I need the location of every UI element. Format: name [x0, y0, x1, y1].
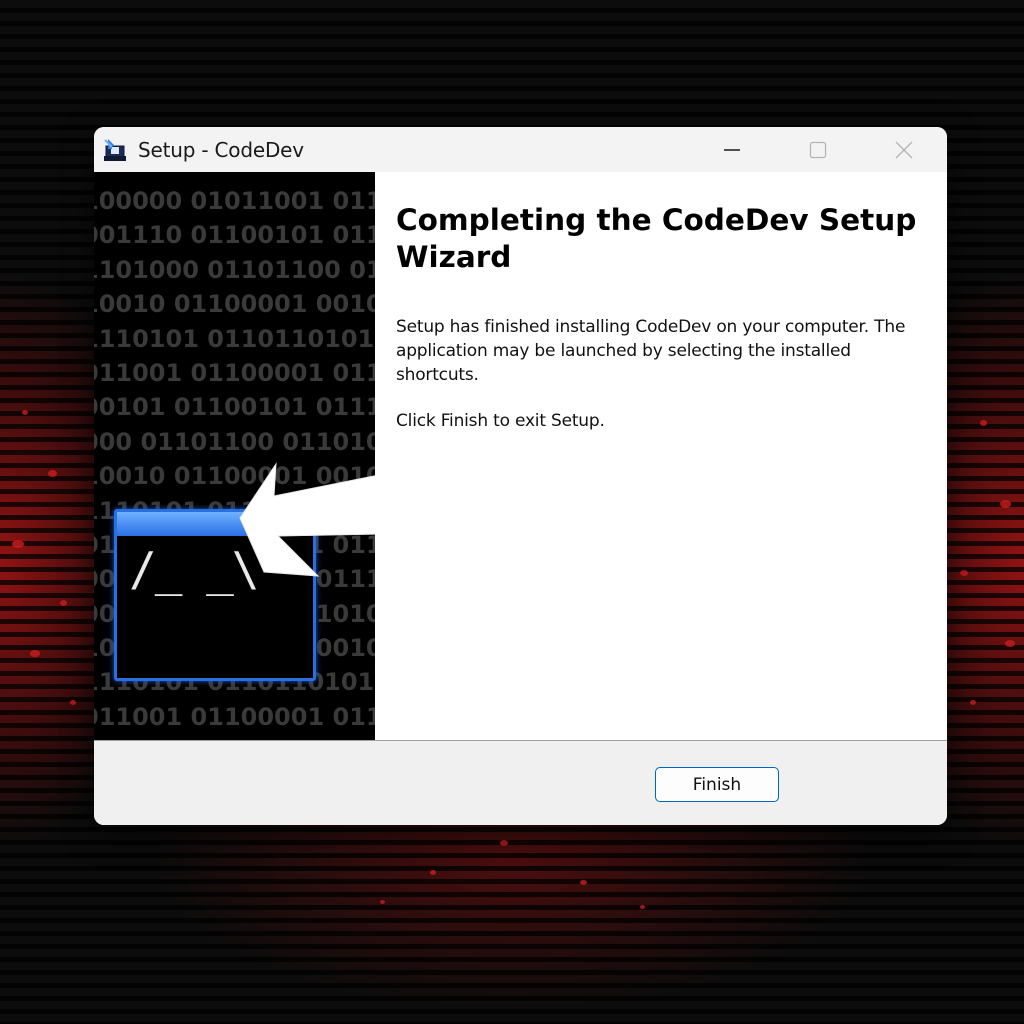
maximize-button [775, 127, 861, 172]
wizard-banner-image: 100000 01011001 01100 001110 01100101 01… [94, 172, 375, 740]
maximize-icon [809, 141, 827, 158]
setup-window: Setup - CodeDev 100000 01011001 01100 00… [94, 127, 947, 825]
setup-installer-icon [104, 139, 126, 161]
finish-button[interactable]: Finish [655, 767, 779, 802]
window-title: Setup - CodeDev [138, 138, 304, 162]
button-bar: Finish [94, 740, 947, 825]
minimize-icon [724, 148, 740, 151]
wizard-content: Completing the CodeDev Setup Wizard Setu… [375, 172, 947, 740]
completion-message: Setup has finished installing CodeDev on… [396, 317, 906, 385]
close-icon [895, 141, 913, 158]
close-button [861, 127, 947, 172]
exit-instruction: Click Finish to exit Setup. [396, 411, 605, 431]
wizard-heading: Completing the CodeDev Setup Wizard [396, 203, 917, 274]
arrow-icon [239, 462, 375, 577]
title-bar[interactable]: Setup - CodeDev [94, 127, 947, 172]
minimize-button[interactable] [689, 127, 775, 172]
